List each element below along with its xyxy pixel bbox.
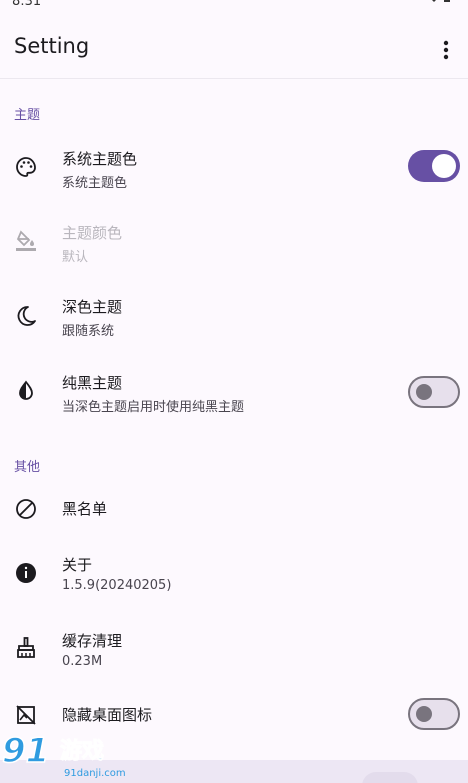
- hide-image-icon: [16, 705, 36, 725]
- setting-cache-clean[interactable]: 缓存清理 0.23M: [0, 622, 468, 696]
- pure-black-theme-switch[interactable]: [408, 376, 460, 408]
- setting-pure-black-theme[interactable]: 纯黑主题 当深色主题启用时使用纯黑主题: [0, 352, 468, 426]
- setting-system-theme-color[interactable]: 系统主题色 系统主题色: [0, 130, 468, 204]
- bottom-action-chip[interactable]: [362, 772, 418, 783]
- status-time: 8:31: [12, 0, 42, 9]
- switch-knob: [432, 154, 456, 178]
- setting-summary: 默认: [62, 250, 89, 265]
- more-options-button[interactable]: [426, 32, 466, 68]
- paint-bucket-icon: [16, 230, 36, 251]
- app-bar: Setting: [0, 18, 468, 78]
- moon-icon: [17, 306, 36, 326]
- section-header-other: 其他: [14, 460, 41, 475]
- setting-summary: 1.5.9(20240205): [62, 578, 172, 593]
- setting-title: 黑名单: [62, 500, 108, 518]
- setting-title: 主题颜色: [62, 224, 123, 242]
- setting-summary: 跟随系统: [62, 324, 115, 339]
- svg-text:游戏: 游戏: [60, 738, 104, 764]
- setting-blacklist[interactable]: 黑名单: [0, 478, 468, 552]
- setting-dark-theme[interactable]: 深色主题 跟随系统: [0, 278, 468, 352]
- watermark-logo: 91 游戏 91danji.com: [1, 730, 126, 779]
- broom-icon: [17, 637, 35, 658]
- palette-icon: [16, 157, 36, 177]
- status-bar: 8:31: [0, 0, 468, 10]
- setting-summary: 系统主题色: [62, 176, 128, 191]
- page-title: Setting: [14, 34, 90, 58]
- setting-title: 系统主题色: [62, 150, 138, 168]
- setting-summary: 当深色主题启用时使用纯黑主题: [62, 400, 245, 415]
- info-icon: [16, 563, 36, 583]
- appbar-divider: [0, 78, 468, 79]
- svg-text:91: 91: [2, 731, 49, 771]
- setting-title: 缓存清理: [62, 632, 123, 650]
- switch-knob: [416, 706, 432, 722]
- more-vert-icon: [443, 40, 449, 60]
- switch-knob: [416, 384, 432, 400]
- setting-title: 隐藏桌面图标: [62, 706, 153, 724]
- block-icon: [16, 499, 36, 519]
- setting-about[interactable]: 关于 1.5.9(20240205): [0, 548, 468, 622]
- wifi-battery-icon: [432, 0, 450, 2]
- section-header-theme: 主题: [14, 108, 41, 123]
- setting-title: 关于: [62, 556, 93, 574]
- svg-text:91danji.com: 91danji.com: [64, 768, 126, 779]
- setting-title: 深色主题: [62, 298, 123, 316]
- system-theme-color-switch[interactable]: [408, 150, 460, 182]
- setting-theme-color[interactable]: 主题颜色 默认: [0, 204, 468, 278]
- setting-title: 纯黑主题: [62, 374, 123, 392]
- setting-summary: 0.23M: [62, 654, 103, 669]
- contrast-drop-icon: [19, 380, 33, 400]
- hide-desktop-icon-switch[interactable]: [408, 698, 460, 730]
